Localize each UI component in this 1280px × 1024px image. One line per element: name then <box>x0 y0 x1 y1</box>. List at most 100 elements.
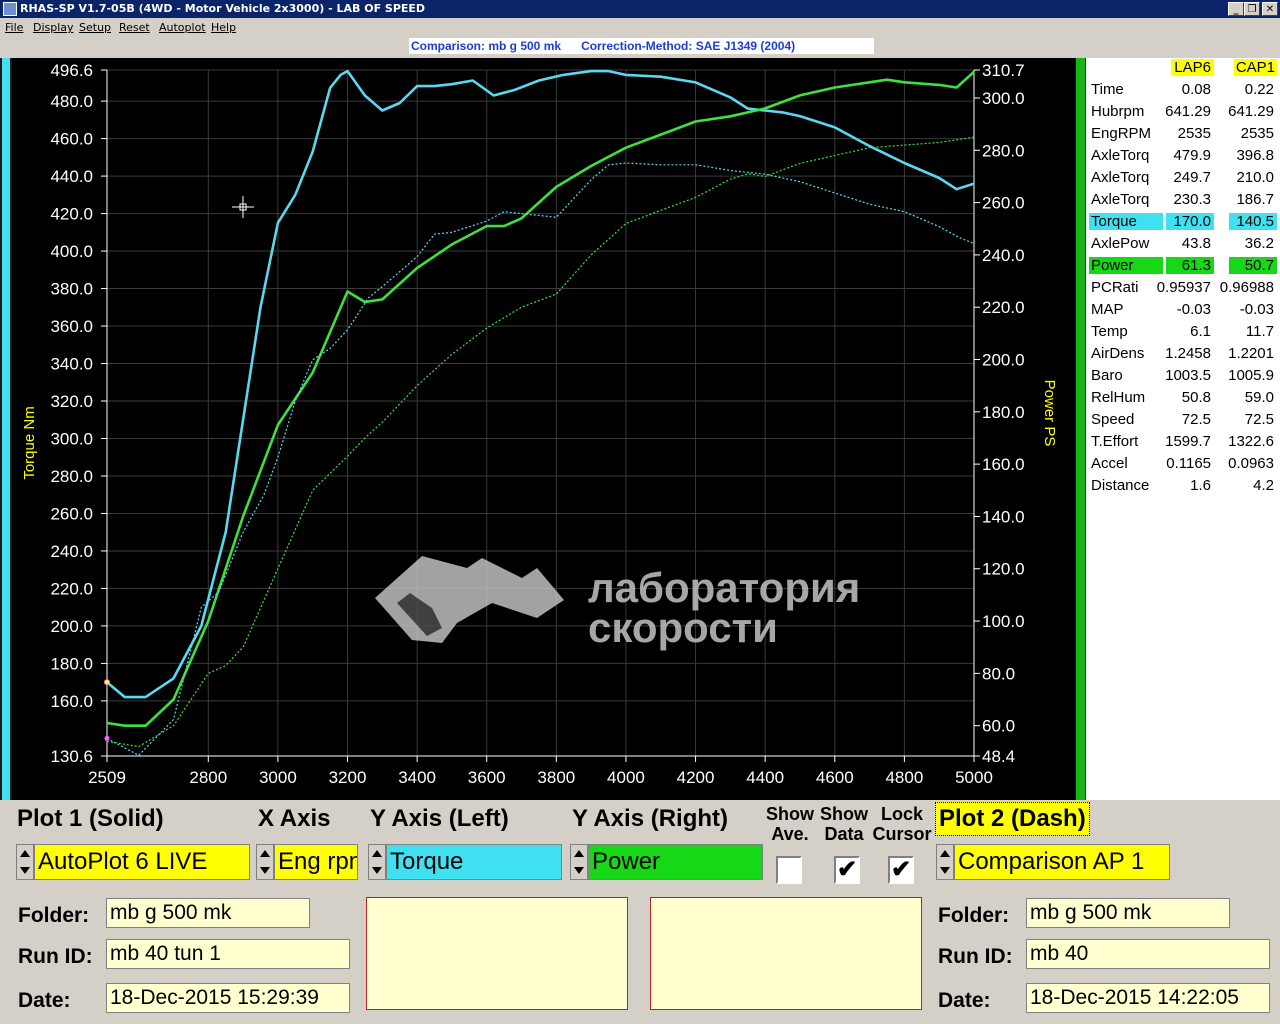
plot1-select[interactable]: AutoPlot 6 LIVE <box>34 844 250 880</box>
show-data-label: Show Data <box>820 804 868 844</box>
show-ave-checkbox[interactable] <box>776 856 802 884</box>
plot2-runid-label: Run ID: <box>938 945 1013 968</box>
data-row: Baro 1003.5 1005.9 <box>1086 366 1280 388</box>
data-row-cap1: 1005.9 <box>1228 367 1274 384</box>
y-left-tick-label: 480.0 <box>50 92 93 111</box>
spin-up-icon <box>574 850 584 857</box>
data-row-lap6: 170.0 <box>1166 213 1214 230</box>
spin-up-icon <box>260 850 270 857</box>
right-scale-strip <box>1075 58 1086 800</box>
series-start-marker <box>104 679 110 686</box>
y-axis-right-label: Y Axis (Right) <box>572 805 729 832</box>
data-row-label: RelHum <box>1091 389 1146 406</box>
y-right-tick-label: 80.0 <box>982 664 1015 683</box>
data-row-cap1: 396.8 <box>1236 147 1274 164</box>
show-ave-label: Show Ave. <box>766 804 814 844</box>
data-row-label: Hubrpm <box>1091 103 1145 120</box>
plot2-runid-field[interactable]: mb 40 <box>1026 939 1270 969</box>
minimize-button[interactable]: _ <box>1228 2 1244 16</box>
y-right-tick-label: 310.7 <box>982 61 1025 80</box>
plot2-folder-label: Folder: <box>938 904 1010 927</box>
plot1-date-field[interactable]: 18-Dec-2015 15:29:39 <box>106 983 350 1013</box>
data-panel: LAP6 CAP1 Time 0.08 0.22 Hubrpm 641.29 641.29… <box>1086 58 1280 800</box>
data-row-label: EngRPM <box>1091 125 1152 142</box>
plot2-select[interactable]: Comparison AP 1 <box>954 844 1170 880</box>
data-row: Distance 1.6 4.2 <box>1086 476 1280 498</box>
y-left-tick-label: 130.6 <box>50 747 93 766</box>
close-button[interactable]: ✕ <box>1262 2 1278 16</box>
menu-display[interactable]: Display <box>33 21 74 34</box>
x-axis-label: X Axis <box>258 805 331 832</box>
y-right-ticks: 310.7 300.0 280.0 260.0 240.0 220.0 200.0 180.0… <box>974 61 1025 766</box>
y-axis-left-label: Y Axis (Left) <box>370 805 509 832</box>
x-axis-spinner[interactable] <box>256 844 274 880</box>
data-row-label: Power <box>1089 257 1163 274</box>
spin-up-icon <box>20 850 30 857</box>
menu-autoplot[interactable]: Autoplot <box>159 21 206 34</box>
lock-cursor-checkbox[interactable]: ✔ <box>888 856 914 884</box>
series-power-dash <box>106 136 975 748</box>
y-left-tick-label: 280.0 <box>50 467 93 486</box>
x-tick-label: 4000 <box>607 768 645 787</box>
y-right-tick-label: 140.0 <box>982 507 1025 526</box>
show-data-checkbox[interactable]: ✔ <box>834 856 860 884</box>
plot1-label: Plot 1 (Solid) <box>17 805 164 832</box>
data-row: Torque 170.0 140.5 <box>1086 212 1280 234</box>
plot1-spinner[interactable] <box>16 844 34 880</box>
menu-help[interactable]: Help <box>211 21 236 34</box>
menu-setup[interactable]: Setup <box>79 21 111 34</box>
spin-down-icon <box>574 867 584 874</box>
y-left-tick-label: 320.0 <box>50 392 93 411</box>
data-row: AxleTorq 479.9 396.8 <box>1086 146 1280 168</box>
plot1-runid-field[interactable]: mb 40 tun 1 <box>106 939 350 969</box>
x-tick-label: 3600 <box>468 768 506 787</box>
data-row: AxleTorq 249.7 210.0 <box>1086 168 1280 190</box>
y-left-tick-label: 496.6 <box>50 61 93 80</box>
y-left-tick-label: 240.0 <box>50 542 93 561</box>
series-start-marker <box>104 735 110 741</box>
data-row-lap6: 1003.5 <box>1165 367 1211 384</box>
plot2-notes-box[interactable] <box>650 897 922 1010</box>
restore-button[interactable]: ❐ <box>1244 2 1260 16</box>
menu-reset[interactable]: Reset <box>119 21 150 34</box>
plot1-notes-box[interactable] <box>366 897 628 1010</box>
x-tick-label: 3000 <box>259 768 297 787</box>
x-tick-label: 5000 <box>955 768 993 787</box>
plot2-date-label: Date: <box>938 989 991 1012</box>
spin-down-icon <box>372 867 382 874</box>
menu-bar: File Display Setup Reset Autoplot Help <box>0 18 1280 38</box>
y-left-select[interactable]: Torque <box>386 844 562 880</box>
y-left-tick-label: 380.0 <box>50 280 93 299</box>
plot2-label: Plot 2 (Dash) <box>935 802 1090 836</box>
plot2-date-field[interactable]: 18-Dec-2015 14:22:05 <box>1026 983 1270 1013</box>
data-row-lap6: 479.9 <box>1173 147 1211 164</box>
watermark-line2: скорости <box>588 604 778 651</box>
data-row-cap1: 1322.6 <box>1228 433 1274 450</box>
y-right-select[interactable]: Power <box>588 844 763 880</box>
series-power-solid <box>106 70 975 728</box>
y-left-tick-label: 220.0 <box>50 579 93 598</box>
menu-file[interactable]: File <box>5 21 23 34</box>
data-row-cap1: -0.03 <box>1239 301 1274 318</box>
x-axis-select[interactable]: Eng rpm <box>274 844 358 880</box>
cursor-crosshair[interactable] <box>232 196 254 218</box>
y-right-spinner[interactable] <box>570 844 588 880</box>
y-right-tick-label: 160.0 <box>982 455 1025 474</box>
data-row-label: AxleTorq <box>1091 191 1150 208</box>
app-icon[interactable] <box>3 2 17 16</box>
plot2-spinner[interactable] <box>936 844 954 880</box>
y-left-tick-label: 440.0 <box>50 167 93 186</box>
data-row-lap6: 249.7 <box>1173 169 1211 186</box>
plot2-folder-field[interactable]: mb g 500 mk <box>1026 898 1230 928</box>
lock-cursor-label: Lock Cursor <box>872 804 932 844</box>
col-lap6-header: LAP6 <box>1171 59 1214 76</box>
data-row-label: Torque <box>1089 213 1163 230</box>
plot1-folder-field[interactable]: mb g 500 mk <box>106 898 310 928</box>
data-row-lap6: 50.8 <box>1181 389 1211 406</box>
data-row: EngRPM 2535 2535 <box>1086 124 1280 146</box>
spin-down-icon <box>20 867 30 874</box>
y-left-spinner[interactable] <box>368 844 386 880</box>
y-left-tick-label: 340.0 <box>50 355 93 374</box>
dyno-chart[interactable]: лаборатория скорости 496.6 480.0 460.0 440.… <box>12 58 1075 800</box>
data-row-lap6: 0.08 <box>1181 81 1211 98</box>
